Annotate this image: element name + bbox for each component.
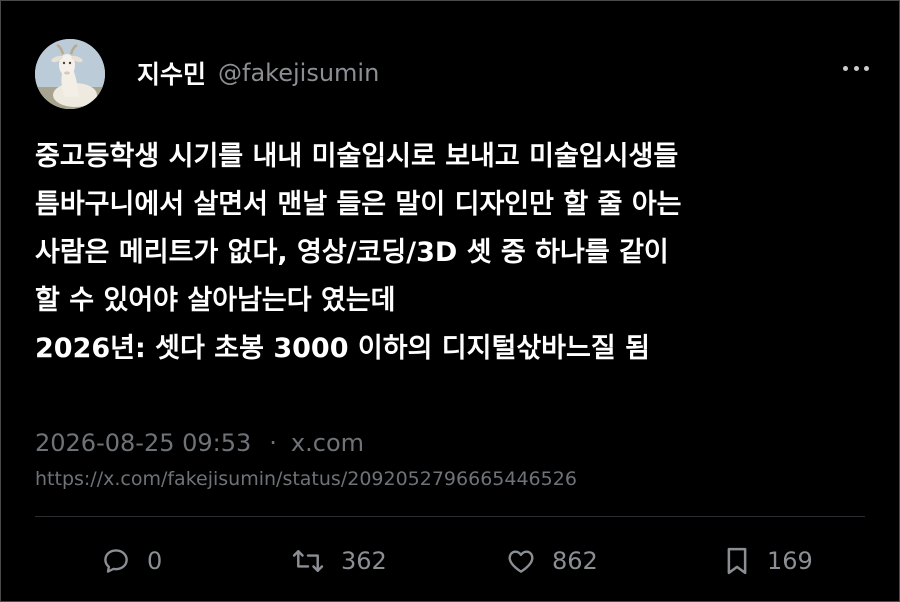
timestamp[interactable]: 2026-08-25 09:53	[35, 429, 251, 457]
reply-count: 0	[147, 547, 163, 575]
tweet-text: 중고등학생 시기를 내내 미술입시로 보내고 미술입시생들 틈바구니에서 살면서…	[35, 133, 875, 373]
like-button[interactable]: 862	[506, 539, 598, 583]
like-count: 862	[552, 547, 598, 575]
more-dot	[853, 65, 859, 71]
tweet-line: 할 수 있어야 살아남는다 였는데	[35, 285, 396, 316]
user-handle[interactable]: @fakejisumin	[218, 59, 379, 87]
source-label[interactable]: x.com	[291, 429, 364, 457]
meta-separator: ·	[269, 429, 277, 457]
tweet-line: 중고등학생 시기를 내내 미술입시로 보내고 미술입시생들	[35, 141, 679, 172]
retweet-button[interactable]: 362	[291, 539, 387, 583]
author-row: 지수민 @fakejisumin	[137, 53, 379, 93]
action-bar: 0 362 862 169	[1, 539, 900, 583]
display-name[interactable]: 지수민	[137, 55, 206, 91]
bookmark-count: 169	[767, 547, 813, 575]
bookmark-button[interactable]: 169	[723, 539, 813, 583]
more-dot	[864, 65, 869, 71]
tweet-line: 2026년: 셋다 초봉 3000 이하의 디지털삯바느질 됨	[35, 333, 650, 364]
reply-button[interactable]: 0	[101, 539, 162, 583]
divider	[35, 516, 865, 517]
heart-icon	[508, 550, 534, 573]
tweet-line: 사람은 메리트가 없다, 영상/코딩/3D 셋 중 하나를 같이	[35, 237, 669, 268]
more-dot	[843, 65, 848, 71]
tweet-line: 틈바구니에서 살면서 맨날 들은 말이 디자인만 할 줄 아는	[35, 189, 682, 220]
retweet-count: 362	[341, 547, 387, 575]
avatar[interactable]	[35, 39, 105, 109]
more-options-icon[interactable]	[843, 61, 869, 75]
bookmark-icon	[727, 547, 747, 575]
retweet-icon	[292, 550, 324, 572]
reply-bubble-icon	[104, 549, 128, 573]
tweet-meta: 2026-08-25 09:53 · x.com	[35, 425, 364, 461]
goat-avatar-icon	[35, 39, 105, 109]
tweet-card: 지수민 @fakejisumin 중고등학생 시기를 내내 미술입시로 보내고 …	[0, 0, 900, 602]
tweet-url[interactable]: https://x.com/fakejisumin/status/2092052…	[35, 468, 577, 490]
